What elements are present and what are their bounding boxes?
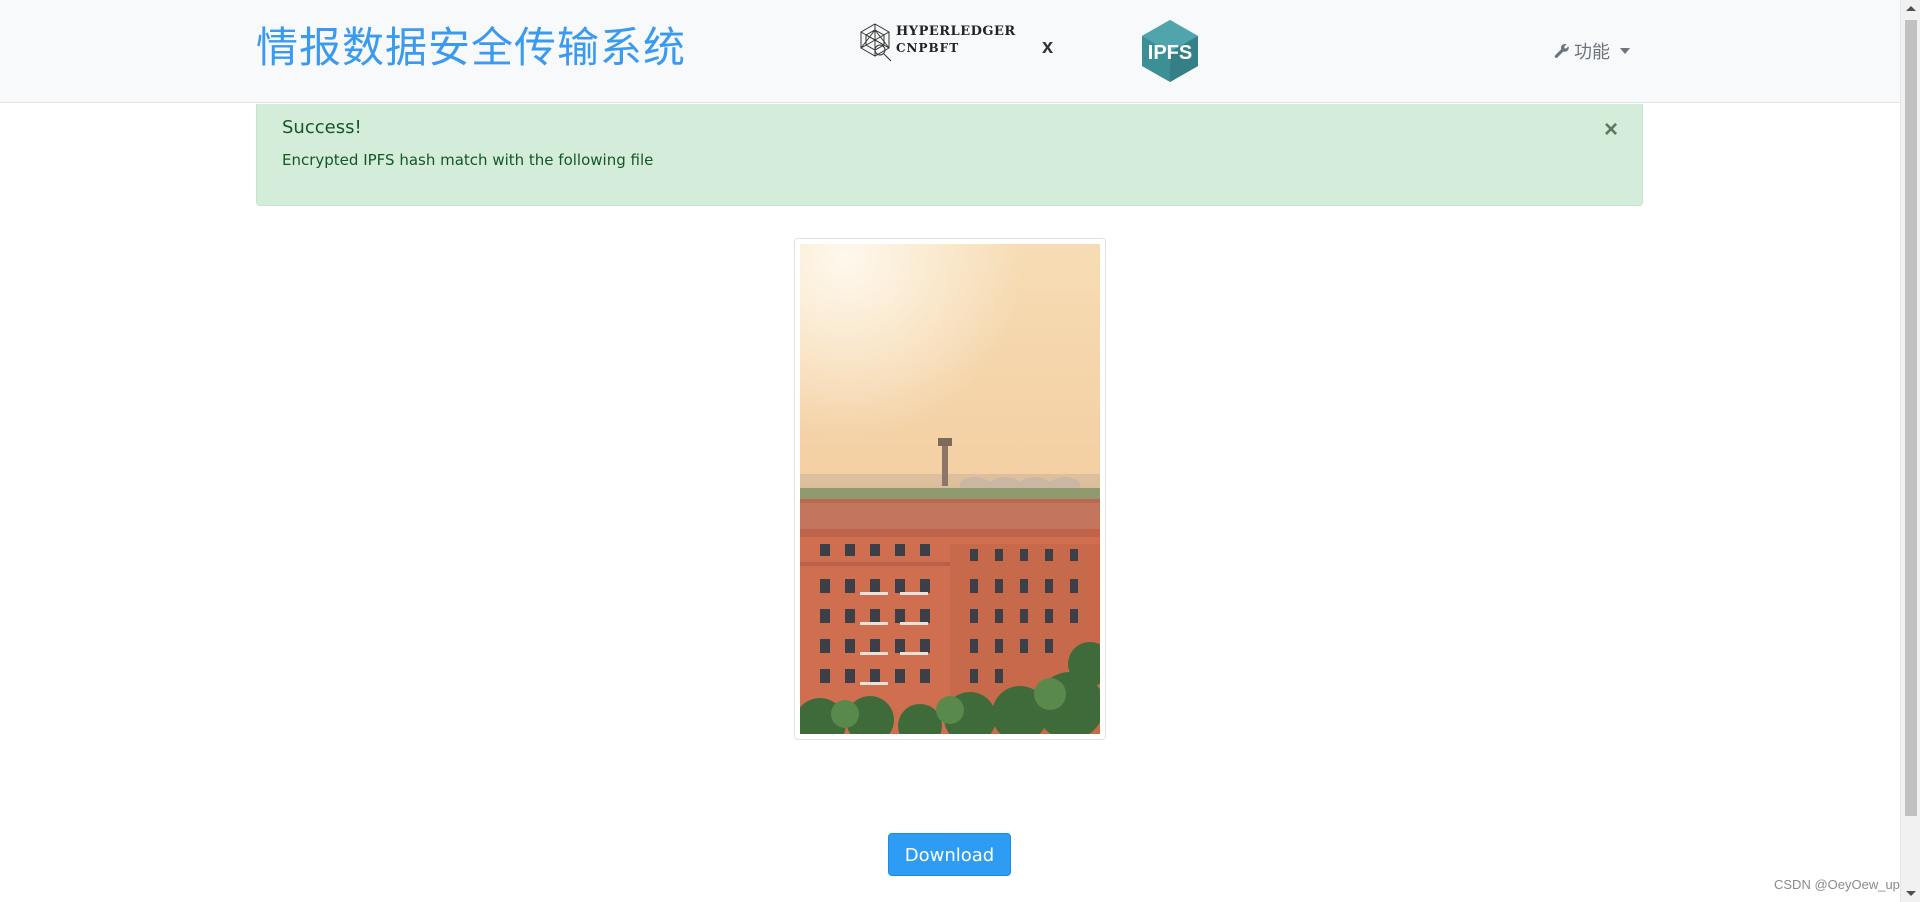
- ipfs-logo-text: IPFS: [1148, 42, 1192, 64]
- alert-heading: Success!: [282, 117, 362, 138]
- file-preview-thumbnail: [794, 238, 1106, 740]
- scroll-down-arrow-icon[interactable]: [1906, 891, 1916, 896]
- file-preview-image: [800, 244, 1100, 734]
- top-navbar: 情报数据安全传输系统 HYPERLEDGER CNPBFT x IPFS 功能: [0, 0, 1900, 103]
- hyperledger-line1: HYPERLEDGER: [896, 24, 1016, 39]
- scrollbar-thumb[interactable]: [1905, 20, 1917, 816]
- page-scrollbar[interactable]: [1900, 0, 1920, 902]
- hyperledger-line2: CNPBFT: [896, 41, 960, 55]
- function-menu-label: 功能: [1574, 42, 1610, 63]
- function-dropdown[interactable]: 功能: [1554, 38, 1630, 64]
- download-button[interactable]: Download: [888, 833, 1011, 876]
- caret-down-icon: [1620, 48, 1630, 54]
- browser-viewport: 情报数据安全传输系统 HYPERLEDGER CNPBFT x IPFS 功能 …: [0, 0, 1920, 902]
- cross-separator: x: [1042, 36, 1054, 58]
- wrench-icon: [1554, 43, 1569, 58]
- hyperledger-logo: HYPERLEDGER CNPBFT: [856, 20, 1016, 64]
- success-alert: Success! Encrypted IPFS hash match with …: [256, 104, 1643, 206]
- close-icon[interactable]: ×: [1604, 116, 1618, 144]
- hyperledger-network-icon: [860, 23, 892, 62]
- alert-message: Encrypted IPFS hash match with the follo…: [282, 151, 654, 169]
- csdn-watermark: CSDN @OeyOew_up: [1774, 877, 1900, 892]
- hyperledger-wordmark: HYPERLEDGER CNPBFT: [896, 24, 1016, 56]
- brand-title[interactable]: 情报数据安全传输系统: [256, 20, 686, 76]
- scroll-up-arrow-icon[interactable]: [1906, 6, 1916, 11]
- ipfs-logo: IPFS: [1139, 18, 1201, 84]
